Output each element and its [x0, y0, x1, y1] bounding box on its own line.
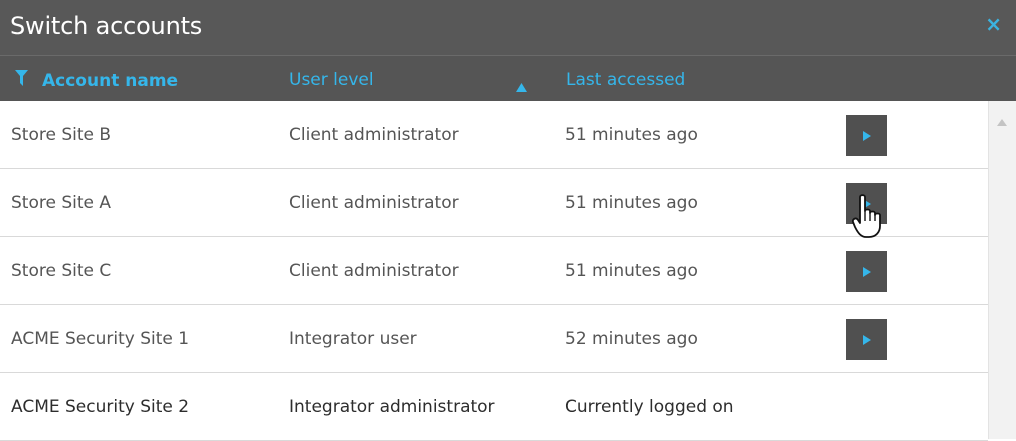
account-name: ACME Security Site 2: [11, 397, 190, 417]
user-level: Integrator user: [289, 329, 417, 349]
account-name: Store Site C: [11, 261, 112, 281]
column-header-last-accessed[interactable]: Last accessed: [566, 70, 685, 90]
user-level: Client administrator: [289, 193, 459, 213]
funnel-icon[interactable]: [15, 70, 28, 91]
table-row-current: ACME Security Site 2 Integrator administ…: [0, 373, 988, 441]
hand-pointer-icon: [851, 194, 888, 244]
sort-asc-icon[interactable]: [516, 77, 527, 96]
column-header-user-level[interactable]: User level: [289, 70, 374, 90]
switch-account-button[interactable]: [846, 251, 887, 292]
switch-account-button[interactable]: [846, 319, 887, 360]
column-header-account-name[interactable]: Account name: [15, 70, 178, 91]
play-icon: [862, 126, 871, 146]
last-accessed: 51 minutes ago: [565, 193, 698, 213]
vertical-scrollbar[interactable]: [988, 101, 1016, 439]
table-row: ACME Security Site 1 Integrator user 52 …: [0, 305, 988, 373]
table-row: Store Site A Client administrator 51 min…: [0, 169, 988, 237]
play-icon: [862, 330, 871, 350]
user-level: Client administrator: [289, 125, 459, 145]
table-header: Account name User level Last accessed: [0, 56, 1016, 101]
scroll-up-icon[interactable]: [997, 111, 1007, 130]
dialog-title: Switch accounts: [10, 12, 203, 40]
column-header-account-name-label: Account name: [42, 70, 179, 91]
account-name: ACME Security Site 1: [11, 329, 190, 349]
table-row: Store Site B Client administrator 51 min…: [0, 101, 988, 169]
play-icon: [862, 262, 871, 282]
account-name: Store Site A: [11, 193, 112, 213]
accounts-table: Store Site B Client administrator 51 min…: [0, 101, 988, 441]
switch-accounts-dialog: Switch accounts × Account name User leve…: [0, 0, 1016, 441]
user-level: Client administrator: [289, 261, 459, 281]
dialog-titlebar: Switch accounts ×: [0, 0, 1016, 56]
switch-account-button[interactable]: [846, 115, 887, 156]
last-accessed: 51 minutes ago: [565, 125, 698, 145]
last-accessed: 51 minutes ago: [565, 261, 698, 281]
table-row: Store Site C Client administrator 51 min…: [0, 237, 988, 305]
last-accessed: Currently logged on: [565, 397, 734, 417]
account-name: Store Site B: [11, 125, 112, 145]
close-icon[interactable]: ×: [985, 12, 1002, 36]
last-accessed: 52 minutes ago: [565, 329, 698, 349]
user-level: Integrator administrator: [289, 397, 495, 417]
